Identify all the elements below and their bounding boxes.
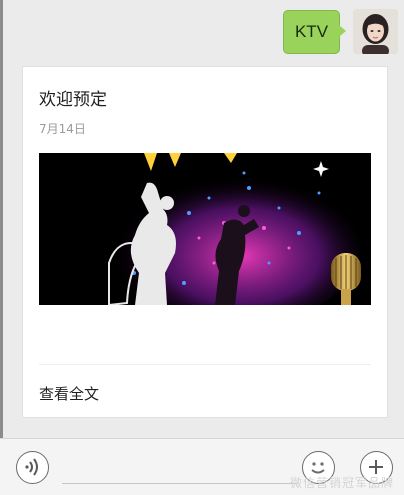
card-divider — [39, 364, 371, 365]
user-avatar-icon[interactable] — [353, 9, 398, 54]
message-text: KTV — [294, 22, 329, 41]
message-input-field[interactable] — [62, 483, 298, 484]
watermark-text: 微信营销冠军品牌 — [290, 476, 395, 490]
message-bubble[interactable]: KTV — [283, 10, 346, 54]
outgoing-message-row: KTV — [0, 5, 404, 55]
left-edge-shadow — [0, 0, 3, 438]
article-cover-image — [39, 153, 371, 305]
article-date: 7月14日 — [39, 122, 86, 136]
voice-icon[interactable] — [16, 451, 49, 484]
read-full-text-link[interactable]: 查看全文 — [39, 383, 99, 404]
article-card[interactable]: 欢迎预定 7月14日 查看全文 — [22, 66, 388, 418]
article-title: 欢迎预定 — [39, 90, 107, 110]
